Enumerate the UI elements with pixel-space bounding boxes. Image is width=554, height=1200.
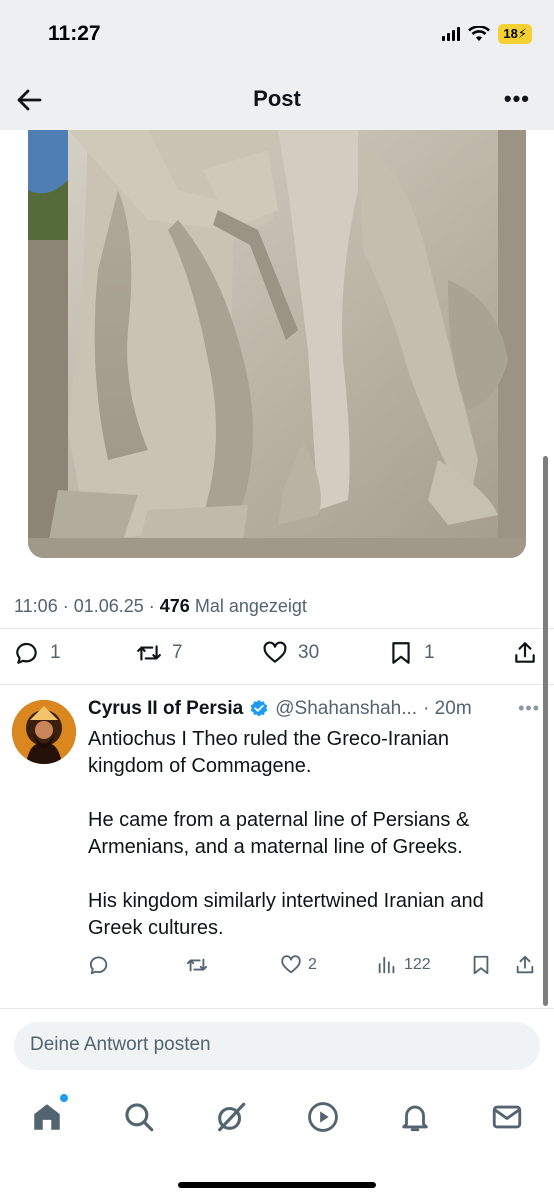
repost-icon bbox=[137, 645, 161, 661]
divider bbox=[0, 684, 554, 685]
reply-button[interactable]: 1 bbox=[14, 640, 61, 666]
reply-header: Cyrus II of Persia @Shahanshah... · 20m bbox=[88, 698, 472, 720]
reply-views-button[interactable]: 122 bbox=[376, 954, 431, 976]
tab-grok[interactable] bbox=[214, 1100, 248, 1134]
reply-action-row: 2 122 bbox=[0, 954, 554, 984]
like-count: 30 bbox=[298, 642, 320, 663]
charging-icon: ⚡ bbox=[517, 26, 527, 41]
notification-dot bbox=[60, 1094, 68, 1102]
tab-search[interactable] bbox=[122, 1100, 156, 1134]
reply-paragraph: He came from a paternal line of Persians… bbox=[88, 809, 470, 858]
search-icon bbox=[125, 1103, 154, 1132]
reply-share-button[interactable] bbox=[514, 954, 536, 976]
reply-bookmark-button[interactable] bbox=[470, 954, 492, 976]
bookmark-icon bbox=[392, 642, 410, 664]
battery-level: 18 bbox=[503, 26, 518, 41]
post-action-row: 1 7 30 1 bbox=[0, 636, 554, 676]
wifi-icon bbox=[468, 26, 491, 41]
reply-more-button[interactable]: ••• bbox=[518, 698, 540, 719]
view-label: Mal angezeigt bbox=[189, 596, 307, 616]
share-icon bbox=[515, 642, 535, 663]
reply-reply-button[interactable] bbox=[88, 954, 110, 976]
reply-tweet[interactable]: Cyrus II of Persia @Shahanshah... · 20m … bbox=[0, 686, 554, 1008]
nav-header: Post ••• bbox=[0, 70, 554, 130]
reply-repost-button[interactable] bbox=[186, 954, 208, 976]
analytics-icon bbox=[378, 956, 395, 974]
notifications-icon bbox=[402, 1105, 428, 1132]
tab-notifications[interactable] bbox=[398, 1100, 432, 1134]
bookmark-icon bbox=[473, 955, 489, 975]
reply-paragraph: Antiochus I Theo ruled the Greco-Iranian… bbox=[88, 728, 449, 777]
more-options-button[interactable]: ••• bbox=[504, 86, 530, 112]
heart-icon bbox=[263, 641, 287, 663]
status-icons: 18⚡ bbox=[442, 24, 532, 44]
avatar[interactable] bbox=[12, 700, 76, 764]
tab-video[interactable] bbox=[306, 1100, 340, 1134]
view-count: 476 bbox=[159, 596, 190, 616]
bookmark-count: 1 bbox=[424, 642, 435, 663]
battery-indicator: 18⚡ bbox=[498, 24, 532, 44]
status-bar: 11:27 18⚡ bbox=[0, 0, 554, 70]
home-icon bbox=[34, 1104, 60, 1130]
post-meta: 11:06 · 01.06.25 · 476 Mal angezeigt bbox=[14, 596, 307, 617]
heart-icon bbox=[281, 955, 301, 974]
messages-icon bbox=[492, 1105, 522, 1129]
divider bbox=[0, 1008, 554, 1009]
tab-messages[interactable] bbox=[490, 1100, 524, 1134]
tab-home[interactable] bbox=[30, 1094, 68, 1134]
signal-icon bbox=[442, 27, 461, 41]
divider bbox=[0, 628, 554, 629]
repost-count: 7 bbox=[172, 642, 183, 663]
comment-icon bbox=[16, 642, 37, 664]
avatar-image bbox=[12, 700, 76, 764]
home-indicator bbox=[178, 1182, 376, 1188]
reply-like-button[interactable]: 2 bbox=[280, 954, 317, 976]
reply-like-count: 2 bbox=[308, 956, 317, 973]
share-button[interactable] bbox=[512, 640, 538, 666]
bookmark-button[interactable]: 1 bbox=[388, 640, 435, 666]
grok-icon bbox=[218, 1102, 246, 1132]
reply-paragraph: His kingdom similarly intertwined Irania… bbox=[88, 890, 484, 939]
relief-image bbox=[28, 130, 526, 558]
status-time: 11:27 bbox=[48, 22, 101, 45]
video-icon bbox=[308, 1102, 338, 1132]
share-icon bbox=[516, 955, 534, 974]
verified-badge-icon bbox=[250, 699, 268, 717]
post-image[interactable] bbox=[28, 130, 526, 558]
reply-view-count: 122 bbox=[404, 956, 431, 973]
comment-icon bbox=[89, 956, 108, 975]
scrollbar[interactable] bbox=[543, 456, 548, 1006]
repost-icon bbox=[186, 958, 208, 972]
reply-count: 1 bbox=[50, 642, 61, 663]
author-name[interactable]: Cyrus II of Persia bbox=[88, 698, 243, 720]
reply-time: · 20m bbox=[423, 698, 472, 719]
author-handle[interactable]: @Shahanshah... bbox=[275, 698, 417, 720]
like-button[interactable]: 30 bbox=[262, 640, 319, 666]
post-timestamp: 11:06 · 01.06.25 · bbox=[14, 596, 160, 616]
reply-compose-input[interactable]: Deine Antwort posten bbox=[14, 1022, 540, 1070]
reply-text: Antiochus I Theo ruled the Greco-Iranian… bbox=[88, 726, 528, 969]
repost-button[interactable]: 7 bbox=[136, 640, 183, 666]
page-title: Post bbox=[253, 86, 301, 111]
